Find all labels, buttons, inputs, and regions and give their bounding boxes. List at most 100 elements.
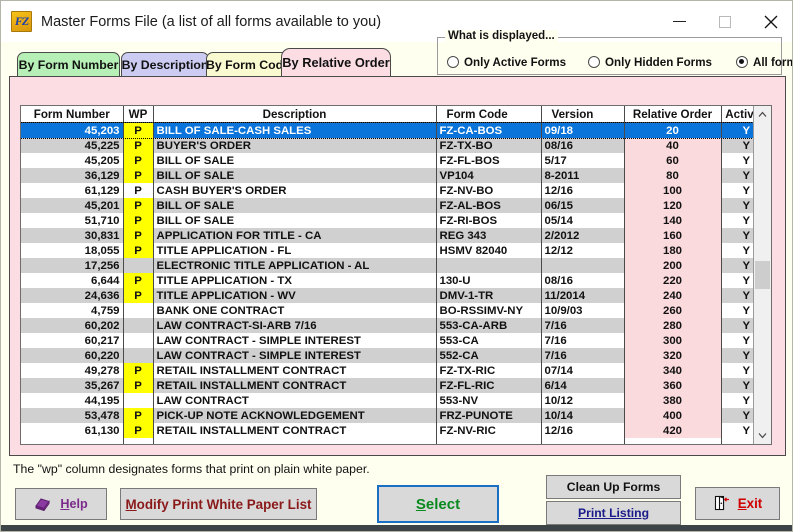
cell-form-code: FZ-TX-BO	[436, 138, 542, 153]
table-row[interactable]: 17,256 ELECTRONIC TITLE APPLICATION - AL 2…	[21, 258, 753, 273]
cell-relative-order: 60	[624, 153, 722, 168]
modify-button-label: Modify Print White Paper List	[125, 496, 312, 512]
cell-form-code: BO-RSSIMV-NY	[436, 303, 542, 318]
tab-by-description[interactable]: By Description	[121, 52, 209, 76]
table-row[interactable]: 36,129 P BILL OF SALE VP104 8-2011 80 Y	[21, 168, 753, 183]
table-row[interactable]: 18,055 P TITLE APPLICATION - FL HSMV 82040 1…	[21, 243, 753, 258]
cell-wp	[123, 318, 154, 333]
print-listing-button[interactable]: Print Listing	[546, 501, 681, 525]
title-bar: Master Forms File (a list of all forms a…	[1, 1, 792, 42]
cell-active: Y	[721, 228, 753, 243]
cell-empty	[21, 438, 124, 444]
cell-active: Y	[721, 303, 753, 318]
cell-active: Y	[721, 168, 753, 183]
radio-only-hidden-forms[interactable]: Only Hidden Forms	[588, 56, 712, 69]
scrollbar-thumb[interactable]	[755, 261, 770, 289]
cell-form-code: 130-U	[436, 273, 542, 288]
cell-description: BILL OF SALE	[153, 168, 437, 183]
radio-label: Only Hidden Forms	[605, 55, 712, 69]
cell-empty	[123, 438, 154, 444]
cell-version: 10/14	[541, 408, 625, 423]
column-header-form-number[interactable]: Form Number	[21, 106, 124, 123]
table-row[interactable]: 45,225 P BUYER'S ORDER FZ-TX-BO 08/16 40 Y	[21, 138, 753, 153]
radio-all-forms[interactable]: All forms	[735, 56, 792, 69]
table-row[interactable]: 60,217 LAW CONTRACT - SIMPLE INTEREST 553-…	[21, 333, 753, 348]
cell-version: 11/2014	[541, 288, 625, 303]
cell-active: Y	[721, 243, 753, 258]
table-row[interactable]: 30,831 P APPLICATION FOR TITLE - CA REG 343…	[21, 228, 753, 243]
cell-relative-order: 340	[624, 363, 722, 378]
column-header-active[interactable]: Active?	[721, 106, 753, 123]
table-row[interactable]: 61,129 P CASH BUYER'S ORDER FZ-NV-BO 12/16 10…	[21, 183, 753, 198]
cell-form-number: 51,710	[21, 213, 124, 228]
table-row[interactable]: 24,636 P TITLE APPLICATION - WV DMV-1-TR 11/…	[21, 288, 753, 303]
table-row[interactable]: 35,267 P RETAIL INSTALLMENT CONTRACT FZ-FL-…	[21, 378, 753, 393]
cell-description: BANK ONE CONTRACT	[153, 303, 437, 318]
close-icon[interactable]	[748, 1, 792, 42]
scroll-up-icon[interactable]	[754, 106, 771, 123]
fz-app-icon	[11, 11, 32, 32]
table-row[interactable]: 61,130 P RETAIL INSTALLMENT CONTRACT FZ-NV-…	[21, 423, 753, 438]
maximize-icon[interactable]	[702, 1, 748, 42]
cell-active: Y	[721, 273, 753, 288]
cell-description: TITLE APPLICATION - TX	[153, 273, 437, 288]
table-row[interactable]: 60,220 LAW CONTRACT - SIMPLE INTEREST 552-…	[21, 348, 753, 363]
cell-form-code: REG 343	[436, 228, 542, 243]
radio-dot-icon	[447, 56, 459, 68]
table-row[interactable]: 4,759 BANK ONE CONTRACT BO-RSSIMV-NY 10/9/0…	[21, 303, 753, 318]
cell-form-code: FZ-TX-RIC	[436, 363, 542, 378]
cell-wp	[123, 303, 154, 318]
column-header-wp[interactable]: WP	[123, 106, 154, 123]
table-row[interactable]: 6,644 P TITLE APPLICATION - TX 130-U 08/16 22…	[21, 273, 753, 288]
cell-version: 12/16	[541, 183, 625, 198]
help-button[interactable]: Help	[15, 488, 107, 520]
table-row[interactable]: 51,710 P BILL OF SALE FZ-RI-BOS 05/14 140 Y	[21, 213, 753, 228]
cell-active: Y	[721, 258, 753, 273]
cell-relative-order: 260	[624, 303, 722, 318]
radio-only-active-forms[interactable]: Only Active Forms	[447, 56, 566, 69]
table-row[interactable]: 45,203 P BILL OF SALE-CASH SALES FZ-CA-BOS 0…	[21, 121, 753, 139]
cell-version: 5/17	[541, 153, 625, 168]
cell-wp: P	[123, 408, 154, 423]
forms-grid[interactable]: Form Number WP Description Form Code Ver…	[20, 105, 772, 445]
cell-wp: P	[123, 288, 154, 303]
cell-version: 12/12	[541, 243, 625, 258]
table-row[interactable]: 53,478 P PICK-UP NOTE ACKNOWLEDGEMENT FRZ-P…	[21, 408, 753, 423]
cell-version: 12/16	[541, 423, 625, 438]
wp-column-note: The "wp" column designates forms that pr…	[13, 462, 370, 476]
exit-button[interactable]: Exit	[695, 487, 780, 520]
grid-header-row: Form Number WP Description Form Code Ver…	[21, 106, 753, 123]
tab-by-form-code[interactable]: By Form Code	[206, 52, 290, 76]
cell-wp: P	[123, 363, 154, 378]
table-row[interactable]: 60,202 LAW CONTRACT-SI-ARB 7/16 553-CA-ARB…	[21, 318, 753, 333]
modify-print-white-paper-list-button[interactable]: Modify Print White Paper List	[120, 488, 317, 520]
cell-form-number: 24,636	[21, 288, 124, 303]
table-row[interactable]: 44,195 LAW CONTRACT 553-NV 10/12 380 Y	[21, 393, 753, 408]
cell-active: Y	[721, 348, 753, 363]
clean-up-forms-button[interactable]: Clean Up Forms	[546, 475, 681, 499]
cell-form-number: 45,205	[21, 153, 124, 168]
column-header-description[interactable]: Description	[153, 106, 437, 123]
cell-wp	[123, 258, 154, 273]
exit-button-label: Exit	[737, 496, 763, 511]
table-row[interactable]: 45,201 P BILL OF SALE FZ-AL-BOS 06/15 120 Y	[21, 198, 753, 213]
minimize-icon[interactable]	[656, 1, 702, 42]
cell-active: Y	[721, 378, 753, 393]
tab-by-form-number[interactable]: By Form Number	[17, 52, 120, 76]
scroll-down-icon[interactable]	[754, 427, 771, 444]
grid-vertical-scrollbar[interactable]	[753, 106, 771, 444]
cell-relative-order: 320	[624, 348, 722, 363]
tab-by-relative-order[interactable]: By Relative Order	[281, 48, 391, 76]
cell-form-code: DMV-1-TR	[436, 288, 542, 303]
cell-relative-order: 140	[624, 213, 722, 228]
column-header-version[interactable]: Version	[541, 106, 625, 123]
table-row[interactable]: 45,205 P BILL OF SALE FZ-FL-BOS 5/17 60 Y	[21, 153, 753, 168]
table-row[interactable]: 49,278 P RETAIL INSTALLMENT CONTRACT FZ-TX-…	[21, 363, 753, 378]
cell-description: BILL OF SALE-CASH SALES	[153, 122, 437, 138]
column-header-form-code[interactable]: Form Code	[436, 106, 542, 123]
cell-active: Y	[721, 288, 753, 303]
desktop-taskbar-strip	[1, 525, 792, 531]
column-header-relative-order[interactable]: Relative Order	[624, 106, 722, 123]
select-button[interactable]: Select	[377, 485, 499, 523]
cell-form-code: FZ-CA-BOS	[436, 122, 542, 138]
